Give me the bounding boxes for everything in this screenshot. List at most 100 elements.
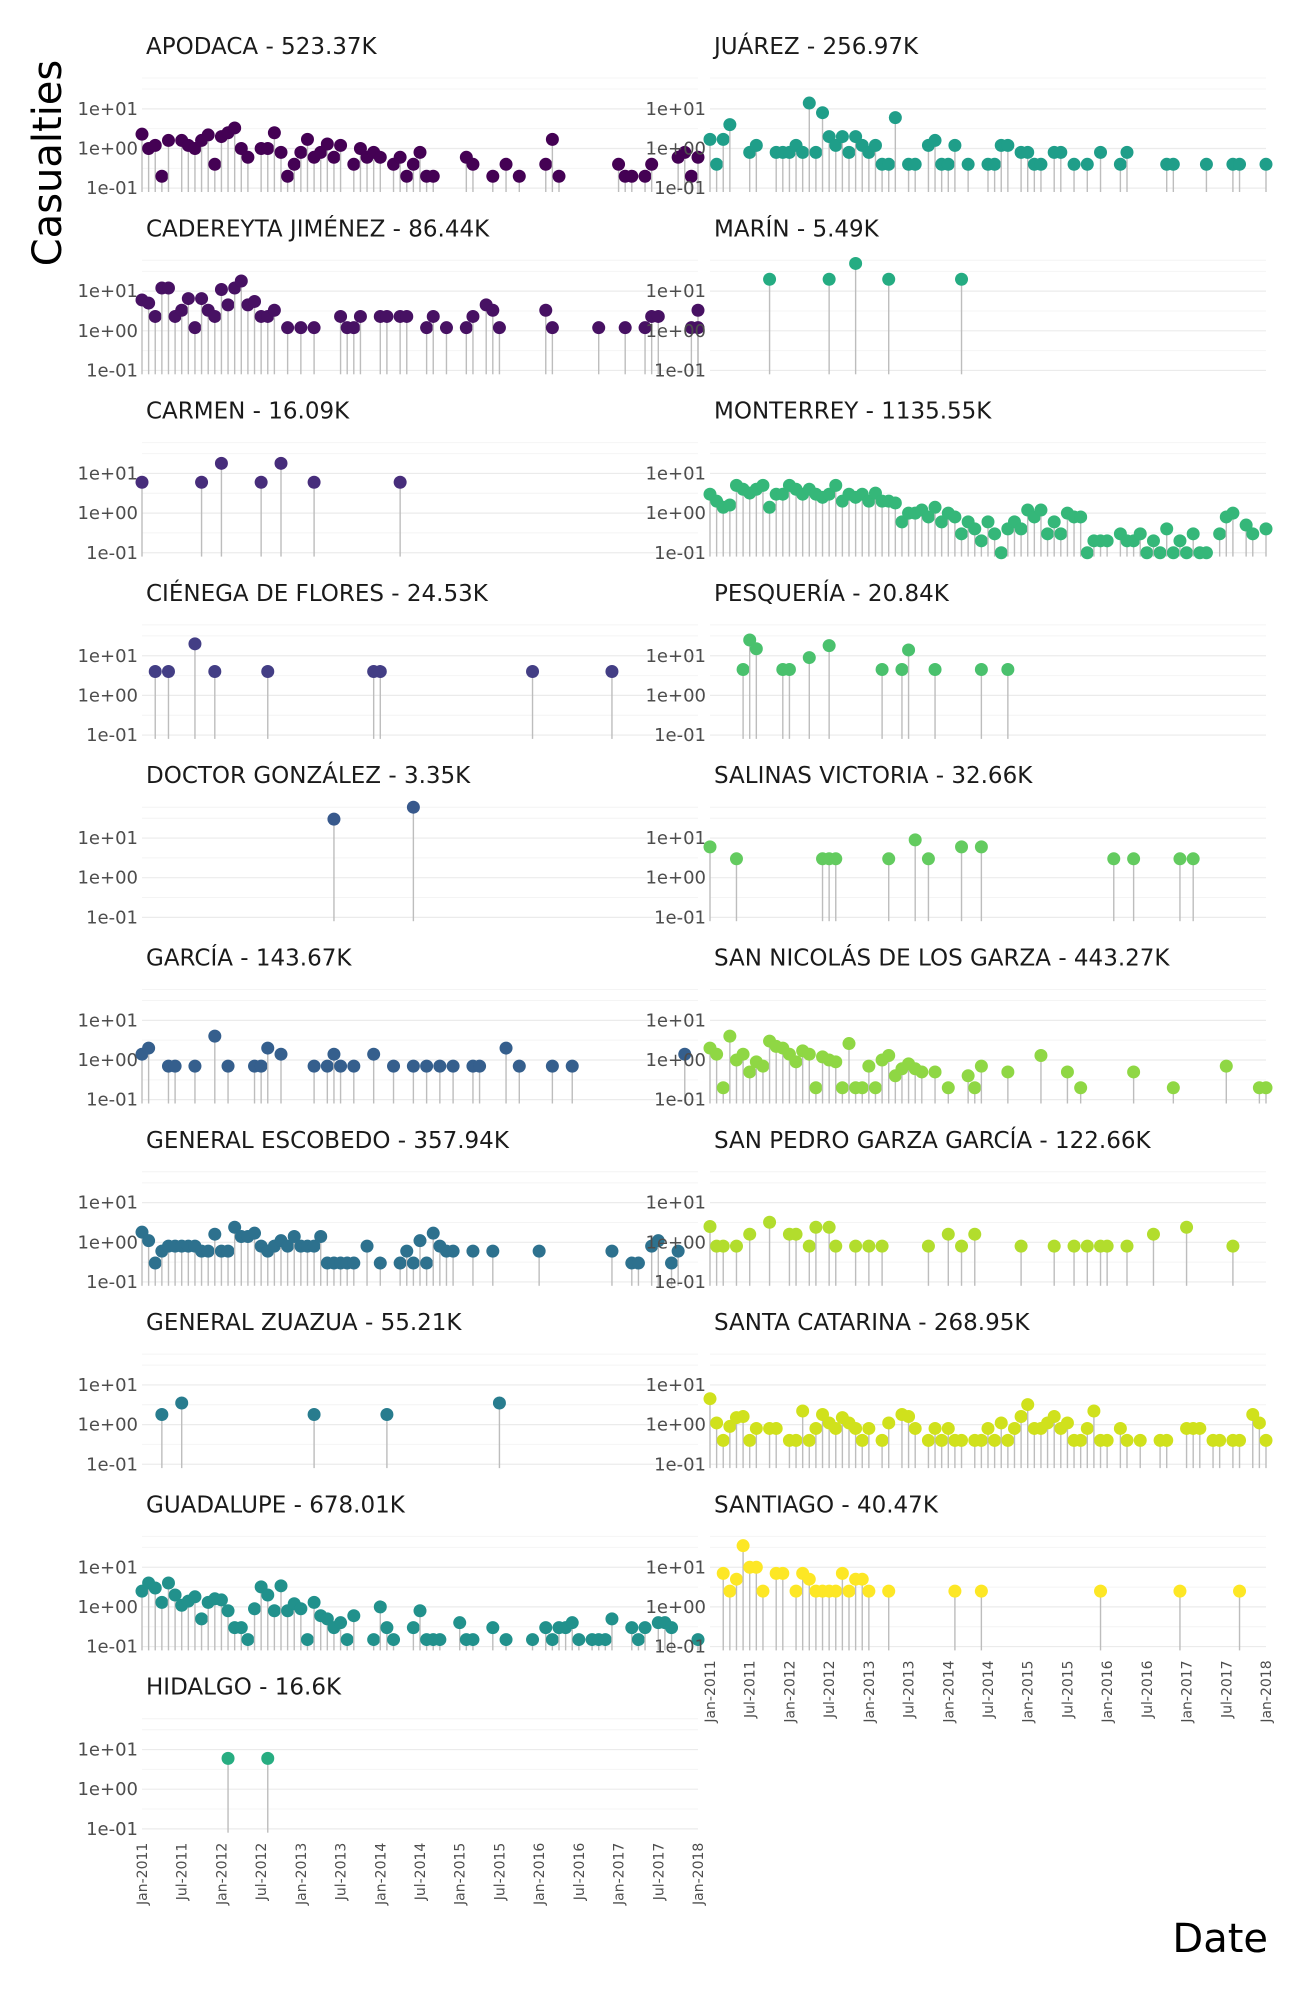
data-point xyxy=(882,272,896,286)
panel-title: GENERAL ESCOBEDO - 357.94K xyxy=(146,1128,510,1154)
data-point xyxy=(703,840,717,854)
data-point xyxy=(254,1059,268,1073)
data-point xyxy=(241,1633,255,1647)
data-point xyxy=(307,321,321,335)
data-point xyxy=(763,1215,777,1229)
data-point xyxy=(347,1059,361,1073)
data-point xyxy=(420,321,434,335)
data-point xyxy=(703,1220,717,1234)
data-point xyxy=(968,522,982,536)
data-point xyxy=(248,1602,262,1616)
x-tick-label: Jul-2011 xyxy=(743,1660,759,1719)
data-point xyxy=(453,1616,467,1630)
data-point xyxy=(294,145,308,159)
panel-title: SAN NICOLÁS DE LOS GARZA - 443.27K xyxy=(714,944,1170,972)
data-point xyxy=(400,1244,414,1258)
data-point xyxy=(1166,157,1180,171)
data-point xyxy=(875,1433,889,1447)
data-point xyxy=(736,1047,750,1061)
data-point xyxy=(1233,1584,1247,1598)
data-point xyxy=(420,1059,434,1073)
data-point xyxy=(703,132,717,146)
data-point xyxy=(387,1059,401,1073)
data-point xyxy=(400,169,414,183)
data-point xyxy=(393,1256,407,1270)
data-point xyxy=(756,1584,770,1598)
data-point xyxy=(1186,527,1200,541)
x-tick-label: Jan-2014 xyxy=(373,1843,389,1906)
data-point xyxy=(921,1239,935,1253)
data-point xyxy=(736,1539,750,1553)
data-point xyxy=(181,292,195,306)
data-point xyxy=(1160,522,1174,536)
y-tick-label: 1e-01 xyxy=(86,907,138,928)
data-point xyxy=(142,1234,156,1248)
data-point xyxy=(955,1239,969,1253)
data-point xyxy=(1153,546,1167,560)
data-point xyxy=(638,169,652,183)
data-point xyxy=(175,1396,189,1410)
panel: GENERAL ZUAZUA - 55.21K 1e-01 1e+00 1e+01 xyxy=(77,1310,698,1475)
data-point xyxy=(802,1239,816,1253)
data-point xyxy=(486,1621,500,1635)
data-point xyxy=(241,150,255,164)
x-tick-label: Jul-2014 xyxy=(413,1843,429,1902)
data-point xyxy=(274,1579,288,1593)
data-point xyxy=(829,1584,843,1598)
data-point xyxy=(612,157,626,171)
data-point xyxy=(439,321,453,335)
data-point xyxy=(1080,546,1094,560)
data-point xyxy=(406,157,420,171)
data-point xyxy=(723,1029,737,1043)
data-point xyxy=(703,1392,717,1406)
data-point xyxy=(433,1059,447,1073)
data-point xyxy=(327,812,341,826)
panel: CIÉNEGA DE FLORES - 24.53K 1e-01 1e+00 1e+0… xyxy=(77,579,698,746)
data-point xyxy=(1060,1416,1074,1430)
y-tick-label: 1e+00 xyxy=(77,321,138,342)
data-point xyxy=(665,1256,679,1270)
data-point xyxy=(148,665,162,679)
x-tick-label: Jul-2016 xyxy=(572,1843,588,1902)
data-point xyxy=(201,1244,215,1258)
data-point xyxy=(307,475,321,489)
y-tick-label: 1e+00 xyxy=(645,685,706,706)
data-point xyxy=(921,852,935,866)
data-point xyxy=(155,1595,169,1609)
data-point xyxy=(1014,1239,1028,1253)
data-point xyxy=(214,456,228,470)
data-point xyxy=(261,1588,275,1602)
data-point xyxy=(499,1633,513,1647)
panel-title: MARÍN - 5.49K xyxy=(714,214,880,242)
y-tick-label: 1e+01 xyxy=(77,828,138,849)
data-point xyxy=(948,138,962,152)
data-point xyxy=(1087,1404,1101,1418)
data-point xyxy=(625,169,639,183)
y-tick-label: 1e+00 xyxy=(645,868,706,889)
data-point xyxy=(486,303,500,317)
data-point xyxy=(314,1230,328,1244)
data-point xyxy=(605,1612,619,1626)
data-point xyxy=(816,106,830,120)
data-point xyxy=(1146,534,1160,548)
data-point xyxy=(1199,546,1213,560)
data-point xyxy=(842,1037,856,1051)
data-point xyxy=(221,1604,235,1618)
data-point xyxy=(822,1220,836,1234)
data-point xyxy=(281,169,295,183)
data-point xyxy=(631,1633,645,1647)
data-point xyxy=(1007,1421,1021,1435)
data-point xyxy=(1133,527,1147,541)
y-tick-label: 1e-01 xyxy=(86,178,138,199)
data-point xyxy=(1186,852,1200,866)
panel-title: DOCTOR GONZÁLEZ - 3.35K xyxy=(146,761,471,789)
data-point xyxy=(492,1396,506,1410)
x-tick-label: Jul-2011 xyxy=(175,1843,191,1902)
data-point xyxy=(208,1227,222,1241)
data-point xyxy=(539,1621,553,1635)
data-point xyxy=(400,309,414,323)
panel: HIDALGO - 16.6K 1e-01 1e+00 1e+01 Jan-2011 Ju… xyxy=(77,1675,707,1906)
data-point xyxy=(208,1029,222,1043)
panel: CARMEN - 16.09K 1e-01 1e+00 1e+01 xyxy=(77,399,698,564)
data-point xyxy=(552,169,566,183)
